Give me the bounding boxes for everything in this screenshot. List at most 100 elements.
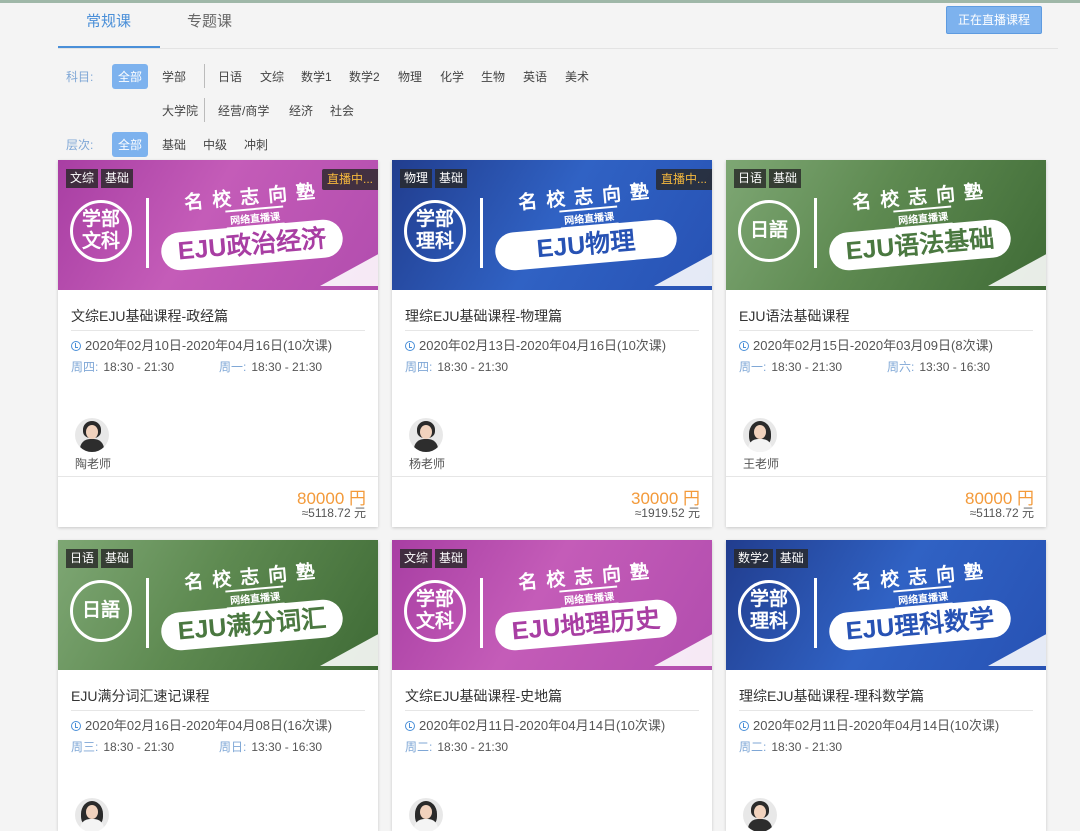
course-title[interactable]: EJU语法基础课程: [739, 306, 849, 326]
schedule-slot: 周日: 13:30 - 16:30: [219, 738, 322, 755]
banner-divider: [814, 578, 817, 648]
avatar-body: [748, 819, 772, 831]
live-courses-button[interactable]: 正在直播课程: [946, 6, 1042, 34]
paper-plane-graphic: [320, 632, 378, 666]
tag-badge: 日语: [66, 549, 99, 568]
course-title[interactable]: 理综EJU基础课程-物理篇: [405, 306, 562, 326]
paper-plane-graphic: [988, 252, 1046, 286]
schedule-slot: 周二: 18:30 - 21:30: [739, 738, 842, 755]
category-logo: 学部 文科: [404, 580, 466, 642]
tag-badge: 日语: [734, 169, 767, 188]
course-card[interactable]: 数学2 基础 学部 理科 名校志向塾 网络直播课 EJU理科数学 理综EJU基础课程-理科数学…: [726, 540, 1046, 831]
tag-badge: 物理: [400, 169, 433, 188]
banner-divider: [480, 198, 483, 268]
tag-badge: 数学2: [734, 549, 773, 568]
subject-all[interactable]: 全部: [112, 64, 149, 89]
level-label: 层次:: [66, 138, 94, 152]
subject-math1[interactable]: 数学1: [301, 68, 332, 85]
course-card[interactable]: 日语 基础 日語 名校志向塾 网络直播课 EJU满分词汇 EJU满分词汇速记课程 2020年0…: [58, 540, 378, 831]
level-basic[interactable]: 基础: [162, 136, 186, 153]
schedule-time: 18:30 - 21:30: [771, 740, 843, 754]
subject-math2[interactable]: 数学2: [349, 68, 380, 85]
tag-badge: 文综: [66, 169, 99, 188]
banner-divider: [146, 578, 149, 648]
banner-course-title: EJU理科数学: [827, 598, 1013, 652]
teacher-name: 陶老师: [75, 457, 112, 471]
course-card[interactable]: 物理 基础 直播中... 学部 理科 名校志向塾 网络直播课 EJU物理 理综EJU基础课程-物…: [392, 160, 712, 527]
course-title[interactable]: EJU满分词汇速记课程: [71, 686, 209, 706]
banner-divider: [146, 198, 149, 268]
subject-japanese[interactable]: 日语: [218, 68, 242, 85]
avatar-body: [748, 439, 772, 452]
badge-group: 物理 基础: [400, 169, 468, 188]
teacher-avatar: [743, 418, 777, 452]
price-approx-rmb: ≈5118.72 元: [301, 506, 366, 520]
course-banner[interactable]: 日语 基础 日語 名校志向塾 网络直播课 EJU满分词汇: [58, 540, 378, 670]
subject-graduate[interactable]: 大学院: [162, 102, 198, 119]
course-banner[interactable]: 日语 基础 日語 名校志向塾 网络直播课 EJU语法基础: [726, 160, 1046, 290]
level-sprint[interactable]: 冲刺: [244, 136, 268, 153]
banner-course-title: EJU物理: [493, 218, 679, 272]
tab-regular[interactable]: 常规课: [86, 10, 131, 31]
subject-economics[interactable]: 经济: [289, 102, 313, 119]
course-card[interactable]: 日语 基础 日語 名校志向塾 网络直播课 EJU语法基础 EJU语法基础课程 2020年02月…: [726, 160, 1046, 527]
subject-wenzong[interactable]: 文综: [260, 68, 284, 85]
level-intermediate[interactable]: 中级: [203, 136, 227, 153]
clock-icon: [405, 341, 415, 351]
subject-physics[interactable]: 物理: [398, 68, 422, 85]
avatar-face: [420, 425, 432, 439]
avatar-face: [754, 805, 766, 819]
tab-special[interactable]: 专题课: [187, 10, 232, 31]
course-title[interactable]: 理综EJU基础课程-理科数学篇: [739, 686, 924, 706]
subject-art[interactable]: 美术: [565, 68, 589, 85]
course-title[interactable]: 文综EJU基础课程-政经篇: [71, 306, 228, 326]
subject-english[interactable]: 英语: [523, 68, 547, 85]
title-divider: [405, 710, 699, 711]
tag-badge: 基础: [101, 549, 134, 568]
clock-icon: [739, 341, 749, 351]
card-body: 理综EJU基础课程-理科数学篇 2020年02月11日-2020年04月14日(1…: [726, 670, 1046, 831]
course-card[interactable]: 文综 基础 学部 文科 名校志向塾 网络直播课 EJU地理历史 文综EJU基础课程-史地篇 20…: [392, 540, 712, 831]
tag-badge: 基础: [769, 169, 802, 188]
tag-badge: 基础: [435, 169, 468, 188]
level-all[interactable]: 全部: [112, 132, 149, 157]
paper-plane-graphic: [654, 632, 712, 666]
course-card[interactable]: 文综 基础 直播中... 学部 文科 名校志向塾 网络直播课 EJU政治经济文综EJU基础课程…: [58, 160, 378, 527]
banner-course-title: EJU语法基础: [827, 218, 1013, 272]
course-banner[interactable]: 文综 基础 直播中... 学部 文科 名校志向塾 网络直播课 EJU政治经济: [58, 160, 378, 290]
teacher-avatar: [75, 798, 109, 831]
category-logo: 日語: [738, 200, 800, 262]
schedule-day: 周一:: [219, 360, 247, 374]
schedule-day: 周四:: [71, 360, 99, 374]
banner-divider: [814, 198, 817, 268]
tag-badge: 基础: [101, 169, 134, 188]
subject-society[interactable]: 社会: [330, 102, 354, 119]
teacher-name: 王老师: [743, 457, 780, 471]
filter-divider: [204, 98, 205, 122]
course-banner[interactable]: 物理 基础 直播中... 学部 理科 名校志向塾 网络直播课 EJU物理: [392, 160, 712, 290]
tag-badge: 基础: [435, 549, 468, 568]
clock-icon: [71, 721, 81, 731]
subject-business[interactable]: 经营/商学: [218, 102, 269, 119]
subject-chemistry[interactable]: 化学: [440, 68, 464, 85]
course-date: 2020年02月10日-2020年04月16日(10次课): [71, 335, 332, 354]
course-title[interactable]: 文综EJU基础课程-史地篇: [405, 686, 562, 706]
paper-plane-graphic: [320, 252, 378, 286]
course-date: 2020年02月11日-2020年04月14日(10次课): [405, 715, 665, 734]
badge-group: 日语 基础: [734, 169, 802, 188]
schedule-time: 18:30 - 21:30: [103, 360, 175, 374]
price-approx-rmb: ≈1919.52 元: [634, 506, 700, 520]
schedule-slot: 周一: 18:30 - 21:30: [219, 358, 322, 375]
course-banner[interactable]: 文综 基础 学部 文科 名校志向塾 网络直播课 EJU地理历史: [392, 540, 712, 670]
subject-xuebu[interactable]: 学部: [162, 68, 186, 85]
subject-biology[interactable]: 生物: [481, 68, 505, 85]
live-status-badge: 直播中...: [655, 169, 712, 190]
top-strip: [0, 0, 1080, 3]
schedule-day: 周六:: [887, 360, 915, 374]
schedule-slot: 周三: 18:30 - 21:30: [71, 738, 174, 755]
card-body: EJU语法基础课程 2020年02月15日-2020年03月09日(8次课) 周一:…: [726, 290, 1046, 527]
course-banner[interactable]: 数学2 基础 学部 理科 名校志向塾 网络直播课 EJU理科数学: [726, 540, 1046, 670]
schedule-time: 18:30 - 21:30: [103, 740, 175, 754]
schedule-time: 18:30 - 21:30: [437, 740, 509, 754]
paper-plane-graphic: [654, 252, 712, 286]
